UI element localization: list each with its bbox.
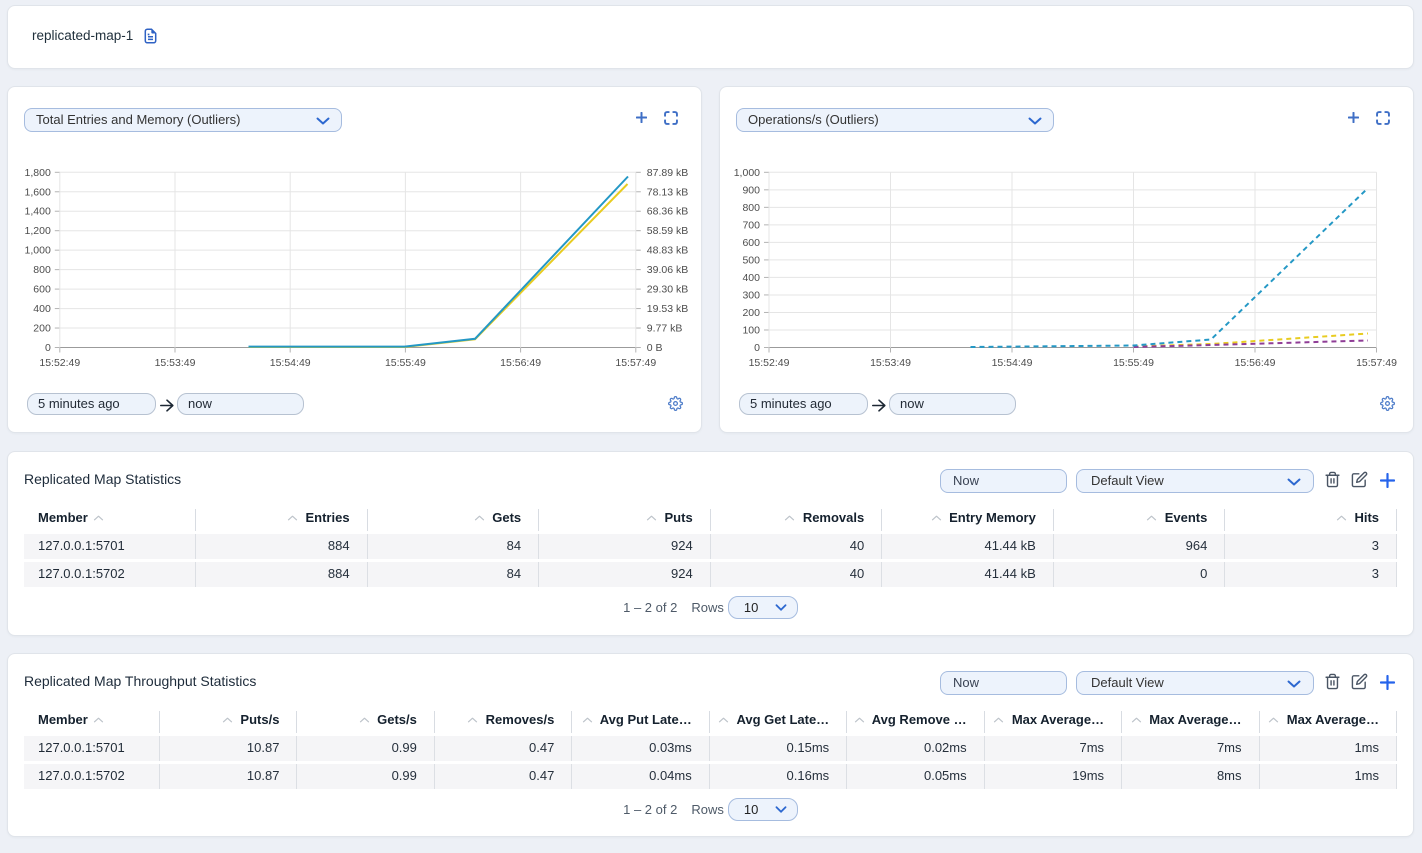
svg-text:1,600: 1,600 [25, 186, 51, 198]
svg-text:15:52:49: 15:52:49 [39, 357, 80, 369]
svg-text:400: 400 [742, 272, 760, 284]
svg-text:15:56:49: 15:56:49 [1235, 357, 1276, 369]
svg-text:15:54:49: 15:54:49 [270, 357, 311, 369]
svg-text:1,400: 1,400 [25, 206, 51, 218]
svg-text:78.13 kB: 78.13 kB [647, 186, 688, 198]
svg-text:700: 700 [742, 219, 760, 231]
svg-text:1,000: 1,000 [734, 167, 760, 179]
svg-text:68.36 kB: 68.36 kB [647, 206, 688, 218]
svg-text:0: 0 [754, 342, 760, 354]
svg-text:200: 200 [33, 323, 51, 335]
svg-text:9.77 kB: 9.77 kB [647, 323, 683, 335]
svg-text:600: 600 [742, 237, 760, 249]
svg-text:1,000: 1,000 [25, 245, 51, 257]
svg-text:800: 800 [33, 264, 51, 276]
svg-text:39.06 kB: 39.06 kB [647, 264, 688, 276]
svg-text:0 B: 0 B [647, 342, 663, 354]
svg-text:15:55:49: 15:55:49 [385, 357, 426, 369]
svg-text:0: 0 [45, 342, 51, 354]
svg-text:15:57:49: 15:57:49 [1356, 357, 1397, 369]
svg-text:29.30 kB: 29.30 kB [647, 284, 688, 296]
svg-text:400: 400 [33, 303, 51, 315]
svg-text:15:55:49: 15:55:49 [1113, 357, 1154, 369]
svg-text:1,800: 1,800 [25, 167, 51, 179]
svg-text:15:56:49: 15:56:49 [500, 357, 541, 369]
svg-text:48.83 kB: 48.83 kB [647, 245, 688, 257]
svg-text:15:52:49: 15:52:49 [749, 357, 790, 369]
svg-text:500: 500 [742, 254, 760, 266]
svg-text:58.59 kB: 58.59 kB [647, 225, 688, 237]
svg-text:200: 200 [742, 307, 760, 319]
svg-text:300: 300 [742, 289, 760, 301]
svg-text:15:57:49: 15:57:49 [615, 357, 656, 369]
svg-text:15:54:49: 15:54:49 [992, 357, 1033, 369]
svg-text:19.53 kB: 19.53 kB [647, 303, 688, 315]
svg-text:15:53:49: 15:53:49 [870, 357, 911, 369]
svg-text:1,200: 1,200 [25, 225, 51, 237]
svg-text:900: 900 [742, 184, 760, 196]
svg-text:600: 600 [33, 284, 51, 296]
svg-text:100: 100 [742, 324, 760, 336]
svg-text:800: 800 [742, 202, 760, 214]
svg-text:15:53:49: 15:53:49 [155, 357, 196, 369]
svg-text:87.89 kB: 87.89 kB [647, 167, 688, 179]
